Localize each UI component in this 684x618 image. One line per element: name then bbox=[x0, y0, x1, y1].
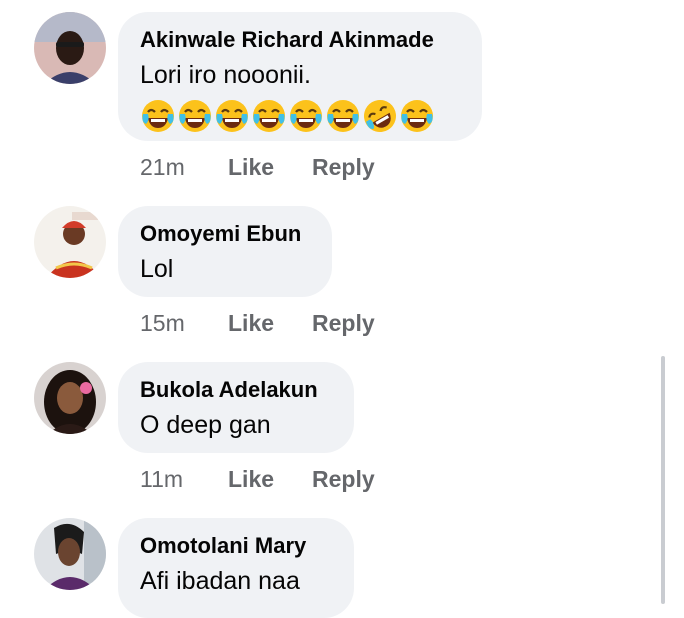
avatar[interactable] bbox=[34, 518, 106, 590]
rolling-on-the-floor-laughing-icon bbox=[364, 100, 396, 132]
avatar-photo bbox=[34, 12, 106, 84]
reply-button[interactable]: Reply bbox=[312, 154, 375, 181]
avatar-photo bbox=[34, 362, 106, 434]
avatar-photo bbox=[34, 518, 106, 590]
comment-author[interactable]: Omotolani Mary bbox=[140, 532, 332, 560]
like-button[interactable]: Like bbox=[228, 154, 274, 181]
face-with-tears-of-joy-icon bbox=[401, 100, 433, 132]
face-with-tears-of-joy-icon bbox=[290, 100, 322, 132]
face-with-tears-of-joy-icon bbox=[142, 100, 174, 132]
like-button[interactable]: Like bbox=[228, 466, 274, 493]
face-with-tears-of-joy-icon bbox=[216, 100, 248, 132]
reply-button[interactable]: Reply bbox=[312, 466, 375, 493]
avatar[interactable] bbox=[34, 206, 106, 278]
comment-bubble: Omotolani Mary Afi ibadan naa bbox=[118, 518, 354, 618]
comment-author[interactable]: Akinwale Richard Akinmade bbox=[140, 26, 460, 54]
avatar-photo bbox=[34, 206, 106, 278]
comment-bubble: Akinwale Richard Akinmade Lori iro nooon… bbox=[118, 12, 482, 141]
comment-text: O deep gan bbox=[140, 411, 271, 439]
like-button[interactable]: Like bbox=[228, 310, 274, 337]
emoji-row bbox=[140, 98, 460, 134]
face-with-tears-of-joy-icon bbox=[253, 100, 285, 132]
avatar[interactable] bbox=[34, 12, 106, 84]
scrollbar[interactable] bbox=[661, 356, 665, 604]
comment-timestamp: 11m bbox=[140, 466, 184, 492]
comment-thread: Akinwale Richard Akinmade Lori iro nooon… bbox=[0, 0, 684, 618]
avatar[interactable] bbox=[34, 362, 106, 434]
comment-bubble: Omoyemi Ebun Lol bbox=[118, 206, 332, 297]
comment-author[interactable]: Bukola Adelakun bbox=[140, 376, 332, 404]
comment-timestamp: 21m bbox=[140, 154, 185, 180]
comment-text: Lori iro nooonii. bbox=[140, 61, 311, 89]
comment-text: Lol bbox=[140, 255, 174, 283]
comment-text: Afi ibadan naa bbox=[140, 567, 300, 595]
reply-button[interactable]: Reply bbox=[312, 310, 375, 337]
comment-timestamp: 15m bbox=[140, 310, 185, 336]
comment-author[interactable]: Omoyemi Ebun bbox=[140, 220, 310, 248]
face-with-tears-of-joy-icon bbox=[327, 100, 359, 132]
comment-bubble: Bukola Adelakun O deep gan bbox=[118, 362, 354, 453]
face-with-tears-of-joy-icon bbox=[179, 100, 211, 132]
